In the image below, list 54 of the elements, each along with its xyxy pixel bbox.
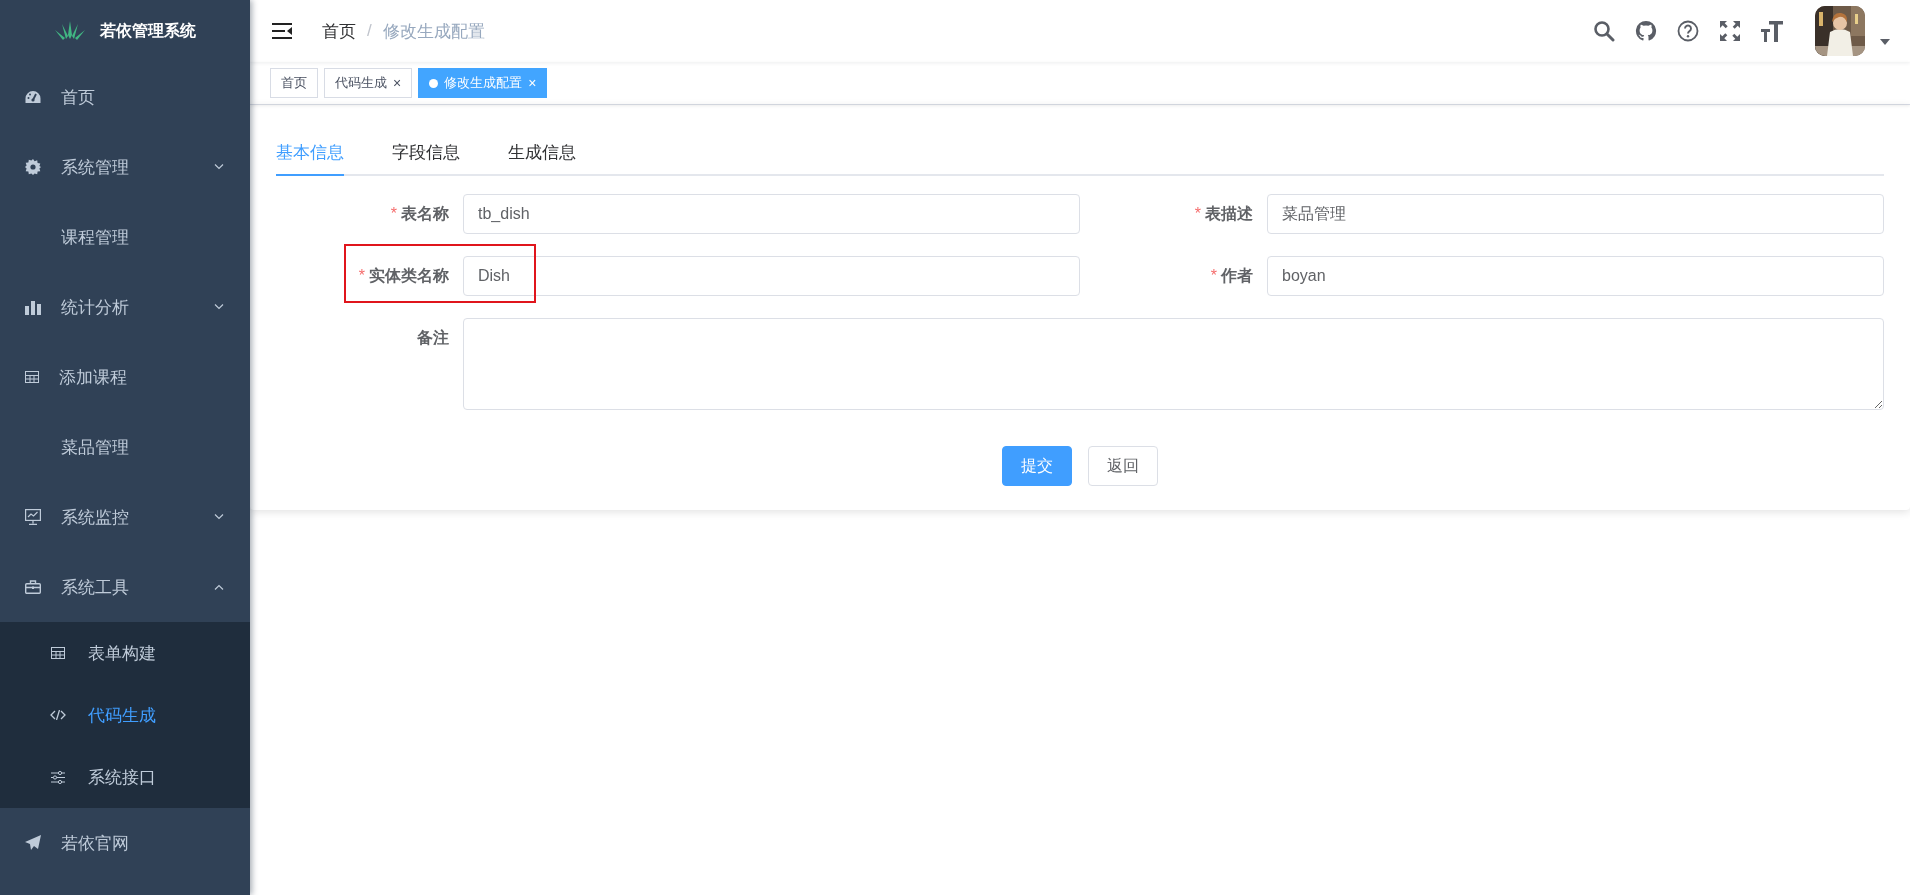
- menu-item[interactable]: 若依官网: [0, 808, 250, 878]
- dashboard-icon: [25, 90, 41, 104]
- menu-item[interactable]: 系统管理: [0, 132, 250, 202]
- fullscreen-icon[interactable]: [1719, 20, 1741, 42]
- close-icon[interactable]: ×: [393, 75, 402, 91]
- menu-item[interactable]: 代码生成: [0, 684, 250, 746]
- required-mark: *: [1210, 267, 1217, 285]
- field-label: 备注: [417, 327, 449, 348]
- menu-item[interactable]: 表单构建: [0, 622, 250, 684]
- menu-item[interactable]: 菜品管理: [0, 412, 250, 482]
- menu-item[interactable]: 系统工具: [0, 552, 250, 622]
- bar-chart-icon: [25, 299, 41, 315]
- menu-icon[interactable]: [272, 23, 292, 39]
- tag[interactable]: 首页: [270, 68, 318, 98]
- menu-item[interactable]: 统计分析: [0, 272, 250, 342]
- menu-item[interactable]: 课程管理: [0, 202, 250, 272]
- menu-item[interactable]: 系统接口: [0, 746, 250, 808]
- font-size-icon[interactable]: [1761, 20, 1783, 42]
- table-icon: [50, 647, 66, 659]
- dot-icon: [429, 78, 439, 88]
- breadcrumb-separator: /: [367, 21, 372, 41]
- input-field[interactable]: boyan: [1267, 256, 1884, 296]
- briefcase-icon: [25, 580, 41, 594]
- paper-plane-icon: [25, 835, 41, 851]
- tab[interactable]: 字段信息: [392, 131, 460, 176]
- back-button[interactable]: 返回: [1088, 446, 1158, 486]
- field-label: 实体类名称: [369, 265, 449, 286]
- caret-icon[interactable]: [1880, 39, 1890, 45]
- tab[interactable]: 生成信息: [508, 131, 576, 176]
- tag[interactable]: 代码生成 ×: [324, 68, 413, 98]
- table-icon: [25, 371, 39, 383]
- logo-icon: [54, 21, 86, 41]
- required-mark: *: [1194, 205, 1201, 223]
- input-field[interactable]: tb_dish: [463, 194, 1080, 234]
- search-icon[interactable]: [1593, 20, 1615, 42]
- github-icon[interactable]: [1635, 20, 1657, 42]
- help-icon[interactable]: [1677, 20, 1699, 42]
- breadcrumb-item[interactable]: 首页: [322, 19, 356, 43]
- menu-item[interactable]: 添加课程: [0, 342, 250, 412]
- menu-item[interactable]: 系统监控: [0, 482, 250, 552]
- required-mark: *: [390, 205, 397, 223]
- breadcrumb-item: 修改生成配置: [382, 20, 485, 43]
- sliders-icon: [50, 770, 66, 784]
- menu-item[interactable]: 首页: [0, 62, 250, 132]
- field-label: 作者: [1221, 265, 1253, 286]
- input-field[interactable]: Dish: [463, 256, 1080, 296]
- field-label: 表名称: [401, 203, 449, 224]
- app-title: 若依管理系统: [100, 20, 196, 41]
- input-field[interactable]: 菜品管理: [1267, 194, 1884, 234]
- code-icon: [50, 710, 66, 720]
- gear-icon: [25, 159, 41, 175]
- required-mark: *: [358, 267, 365, 285]
- monitor-icon: [25, 509, 41, 525]
- field-label: 表描述: [1205, 203, 1253, 224]
